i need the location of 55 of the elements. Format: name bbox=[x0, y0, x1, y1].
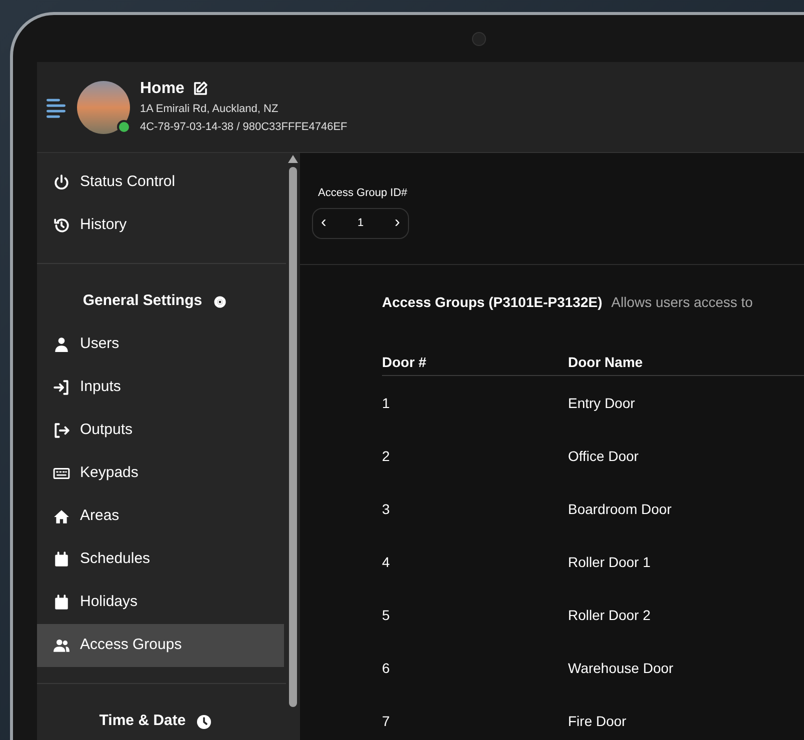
table-cell: Entry Door bbox=[568, 376, 804, 428]
table-cell: 6 bbox=[382, 640, 568, 694]
section-title: Access Groups (P3101E-P3132E) bbox=[382, 293, 602, 312]
scrollbar-thumb[interactable] bbox=[289, 167, 297, 707]
avatar-photo-placeholder bbox=[77, 80, 130, 134]
table-cell-text: 2 bbox=[382, 446, 391, 466]
next-button[interactable]: › bbox=[394, 215, 400, 231]
table-cell-text: 7 bbox=[382, 712, 391, 730]
table-cell-text: 4 bbox=[382, 552, 391, 572]
sidebar-item[interactable]: Access Groups bbox=[37, 624, 284, 667]
users-icon bbox=[53, 637, 70, 654]
site-title: Home bbox=[140, 79, 184, 99]
section-heading: Time & Date bbox=[99, 711, 186, 732]
device-ids: 4C-78-97-03-14-38 / 980C33FFFE4746EF bbox=[140, 120, 348, 135]
sidebar-item[interactable]: Keypads bbox=[37, 452, 284, 495]
history-icon bbox=[53, 217, 70, 234]
calendar-icon bbox=[53, 551, 70, 568]
sidebar-item[interactable]: Inputs bbox=[37, 366, 284, 409]
clock-icon bbox=[196, 714, 212, 730]
camera-lens bbox=[472, 32, 486, 46]
section-description: Allows users access to bbox=[611, 293, 753, 312]
sidebar-item[interactable]: Outputs bbox=[37, 409, 284, 452]
sidebar-item[interactable]: History bbox=[37, 204, 284, 247]
sign-out-icon bbox=[53, 422, 70, 439]
menu-icon[interactable] bbox=[45, 96, 67, 118]
previous-button[interactable]: ‹ bbox=[321, 215, 326, 231]
field-label: Access Group ID# bbox=[318, 186, 408, 201]
power-icon bbox=[53, 174, 70, 191]
table-cell-text: Office Door bbox=[568, 446, 640, 466]
table-cell-text: 3 bbox=[382, 500, 391, 518]
sidebar-item[interactable]: Holidays bbox=[37, 581, 284, 624]
sidebar-item[interactable]: Schedules bbox=[37, 538, 284, 581]
column-header: Door Name bbox=[568, 352, 804, 376]
table-cell-text: Warehouse Door bbox=[568, 658, 674, 678]
table-cell-text: Roller Door 2 bbox=[568, 606, 652, 624]
scroll-up-icon[interactable] bbox=[288, 155, 298, 163]
sidebar-item[interactable]: Areas bbox=[37, 495, 284, 538]
sidebar-item[interactable]: Status Control bbox=[37, 161, 284, 204]
number-stepper[interactable]: ‹ 1 › bbox=[312, 208, 409, 238]
table-cell-text: Boardroom Door bbox=[568, 500, 672, 518]
site-address: 1A Emirali Rd, Auckland, NZ bbox=[140, 102, 280, 117]
keyboard-icon bbox=[53, 465, 70, 482]
sign-in-icon bbox=[53, 379, 70, 396]
house-icon bbox=[53, 508, 70, 525]
sidebar-item[interactable]: Users bbox=[37, 323, 284, 366]
table-cell: 1 bbox=[382, 376, 568, 428]
stepper-value: 1 bbox=[357, 216, 364, 231]
column-header: Door # bbox=[382, 352, 568, 376]
edit-icon[interactable] bbox=[192, 81, 208, 97]
section-heading: General Settings bbox=[82, 291, 202, 312]
calendar-icon bbox=[53, 594, 70, 611]
table-cell-text: Roller Door 1 bbox=[568, 552, 652, 572]
user-icon bbox=[53, 336, 70, 353]
table-cell-text: 5 bbox=[382, 606, 391, 624]
table-cell-text: Fire Door bbox=[568, 712, 628, 730]
